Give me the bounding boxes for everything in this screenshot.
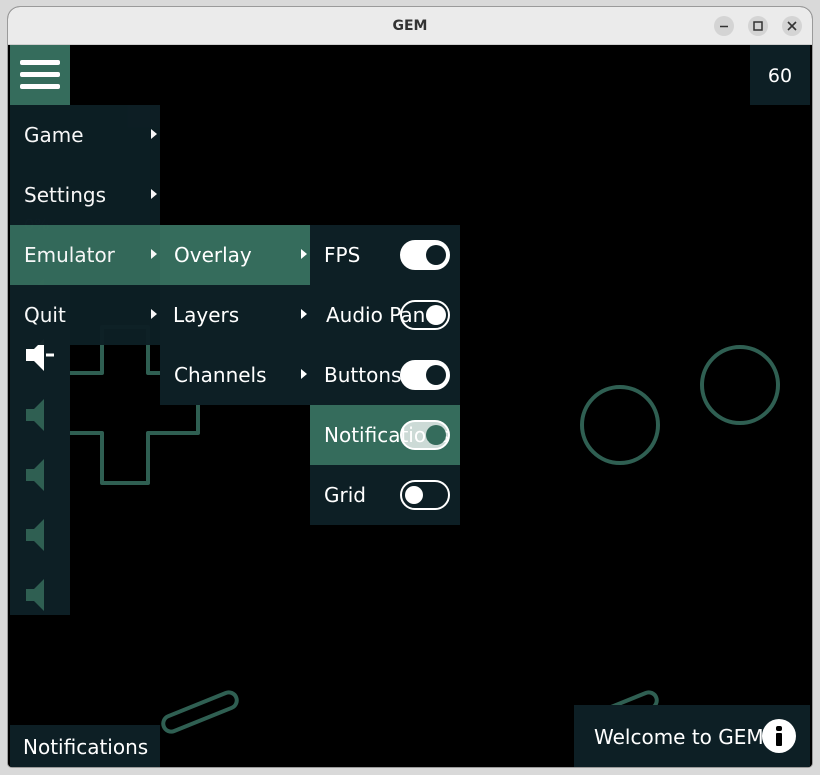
- buttons-toggle[interactable]: [400, 360, 450, 390]
- menu-item-label: Emulator: [24, 243, 115, 267]
- window-title: GEM: [392, 18, 428, 34]
- menu-item-emulator[interactable]: Emulator: [10, 225, 160, 285]
- minimize-icon: [720, 25, 728, 28]
- speaker-icon[interactable]: [24, 395, 54, 435]
- menu-item-label: Grid: [324, 483, 366, 507]
- menu-item-label: Overlay: [174, 243, 252, 267]
- chevron-right-icon: [151, 309, 157, 319]
- menu-item-notifications[interactable]: Notifications: [310, 405, 460, 465]
- close-button[interactable]: [782, 16, 802, 36]
- menu-item-label: Game: [24, 123, 84, 147]
- minimize-button[interactable]: [714, 16, 734, 36]
- fps-toggle[interactable]: [400, 240, 450, 270]
- main-menu: Game Settings Emulator Quit: [10, 105, 160, 345]
- b-button: [580, 385, 660, 465]
- menu-item-label: Layers: [173, 303, 240, 327]
- notifications-button[interactable]: Notifications: [10, 725, 160, 767]
- maximize-icon: [753, 21, 763, 31]
- grid-toggle[interactable]: [400, 480, 450, 510]
- app-window: GEM 60 0%: [8, 7, 812, 767]
- menu-item-label: Buttons: [324, 363, 402, 387]
- toast-notification: Welcome to GEM: [574, 705, 810, 767]
- speaker-icon[interactable]: [24, 455, 54, 495]
- title-bar: GEM: [8, 7, 812, 45]
- toggle-knob: [426, 365, 446, 385]
- menu-item-audio-panel[interactable]: Audio Panel: [310, 285, 460, 345]
- overlay-submenu: FPS Audio Panel Buttons Notifications Gr…: [310, 225, 460, 525]
- hamburger-icon: [20, 60, 60, 89]
- chevron-right-icon: [301, 369, 307, 379]
- menu-item-label: Quit: [24, 303, 66, 327]
- chevron-right-icon: [151, 129, 157, 139]
- menu-item-label: FPS: [324, 243, 361, 267]
- menu-item-overlay[interactable]: Overlay: [160, 225, 310, 285]
- menu-item-settings[interactable]: Settings: [10, 165, 160, 225]
- menu-item-buttons[interactable]: Buttons: [310, 345, 460, 405]
- toggle-knob: [405, 486, 423, 504]
- menu-item-game[interactable]: Game: [10, 105, 160, 165]
- a-button: [700, 345, 780, 425]
- select-button: [161, 690, 239, 734]
- fps-counter: 60: [750, 45, 810, 105]
- menu-item-layers[interactable]: Layers: [160, 285, 310, 345]
- audio-panel-toggle[interactable]: [400, 300, 450, 330]
- chevron-right-icon: [301, 309, 307, 319]
- hamburger-menu-button[interactable]: [10, 45, 70, 105]
- notifications-button-label: Notifications: [23, 735, 149, 759]
- toast-message: Welcome to GEM: [594, 725, 764, 749]
- menu-item-label: Settings: [24, 183, 107, 207]
- menu-item-grid[interactable]: Grid: [310, 465, 460, 525]
- emulator-viewport[interactable]: 60 0% Game Settings Emulator: [8, 45, 812, 767]
- close-icon: [787, 21, 797, 31]
- emulator-submenu: Overlay Layers Channels: [160, 225, 310, 405]
- info-icon[interactable]: [762, 719, 796, 753]
- menu-item-label: Channels: [174, 363, 267, 387]
- menu-item-fps[interactable]: FPS: [310, 225, 460, 285]
- speaker-icon[interactable]: [24, 575, 54, 615]
- notifications-toggle[interactable]: [400, 420, 450, 450]
- speaker-icon[interactable]: [24, 515, 54, 555]
- toggle-knob: [426, 305, 446, 325]
- menu-item-channels[interactable]: Channels: [160, 345, 310, 405]
- menu-item-quit[interactable]: Quit: [10, 285, 160, 345]
- chevron-right-icon: [151, 249, 157, 259]
- toggle-knob: [426, 425, 446, 445]
- chevron-right-icon: [301, 249, 307, 259]
- toggle-knob: [426, 245, 446, 265]
- chevron-right-icon: [151, 189, 157, 199]
- maximize-button[interactable]: [748, 16, 768, 36]
